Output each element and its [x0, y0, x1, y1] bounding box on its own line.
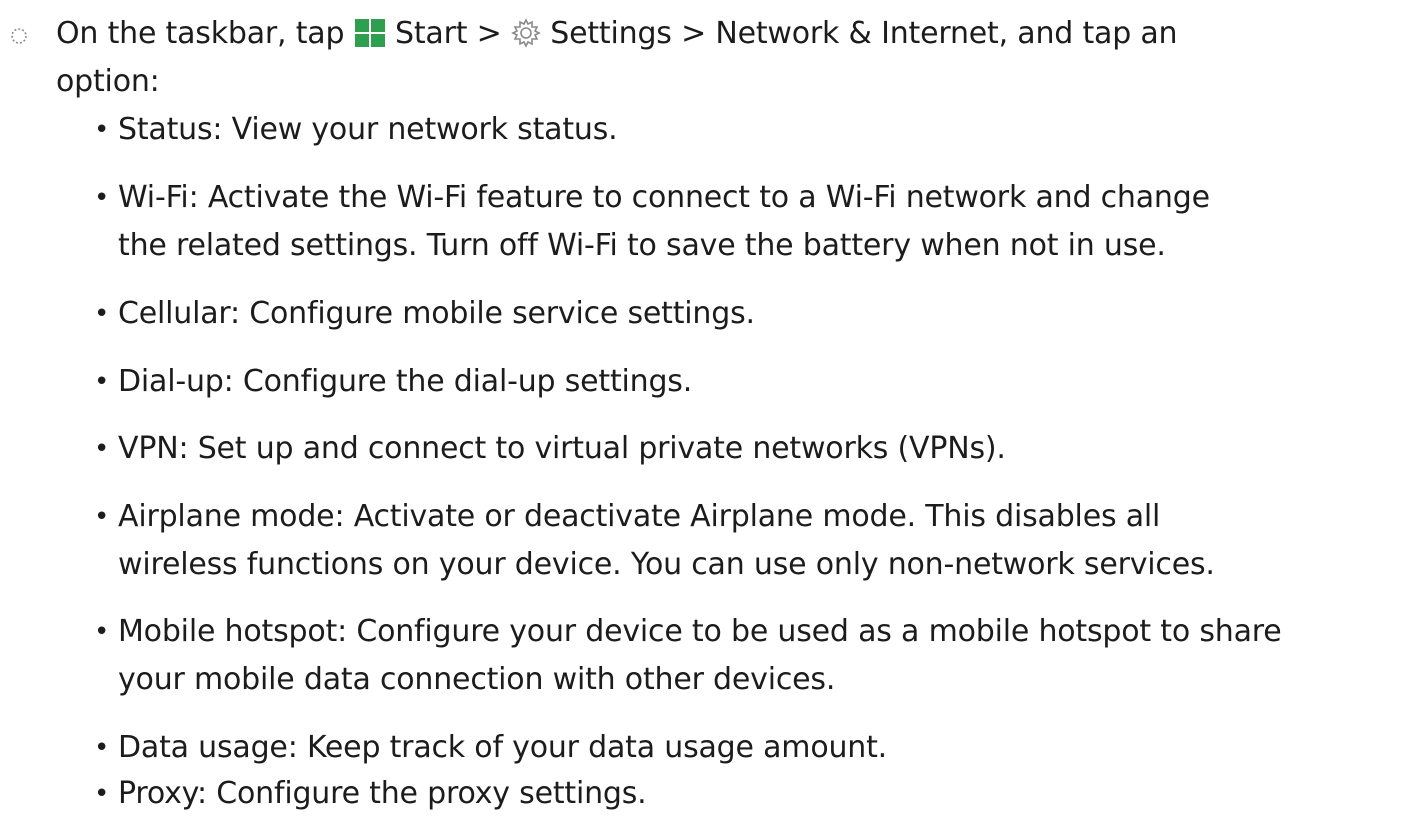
intro-prefix: On the taskbar, tap — [56, 16, 345, 51]
document-page: On the taskbar, tap Start > Settings > N… — [0, 0, 1428, 811]
list-item: • Status: View your network status. — [94, 106, 1418, 154]
start-label: Start — [395, 16, 468, 51]
list-item: • Mobile hotspot: Configure your device … — [94, 608, 1418, 704]
network-internet-label: Network & Internet — [715, 16, 999, 51]
breadcrumb-separator: > — [476, 16, 502, 51]
settings-label: Settings — [550, 16, 672, 51]
bullet: • — [94, 502, 110, 532]
windows-start-icon — [354, 19, 385, 47]
option-description-continued: the related settings. Turn off Wi-Fi to … — [118, 228, 1166, 263]
dotted-circle-icon — [11, 28, 27, 44]
breadcrumb-separator: > — [681, 16, 706, 51]
list-item: • Cellular: Configure mobile service set… — [94, 290, 1418, 338]
option-term: VPN — [118, 431, 179, 466]
gear-icon — [511, 18, 541, 48]
list-item: • VPN: Set up and connect to virtual pri… — [94, 425, 1418, 473]
bullet: • — [94, 299, 110, 329]
bullet: • — [94, 617, 110, 647]
list-item: • Wi-Fi: Activate the Wi-Fi feature to c… — [94, 174, 1418, 270]
option-term: Cellular — [118, 296, 231, 331]
option-description: : View your network status. — [212, 112, 618, 147]
option-description: : Configure your device to be used as a … — [337, 614, 1282, 649]
bullet: • — [94, 434, 110, 464]
option-description: : Activate or deactivate Airplane mode. … — [334, 499, 1161, 534]
option-description: : Set up and connect to virtual private … — [178, 431, 1006, 466]
bullet: • — [94, 733, 110, 763]
intro-suffix-continued: option: — [56, 64, 160, 99]
option-description: : Configure the proxy settings. — [197, 776, 647, 811]
option-description: : Keep track of your data usage amount. — [287, 730, 888, 765]
list-item: • Airplane mode: Activate or deactivate … — [94, 493, 1418, 589]
option-description: : Activate the Wi-Fi feature to connect … — [188, 180, 1210, 215]
option-term: Airplane mode — [118, 499, 335, 534]
list-item: • Data usage: Keep track of your data us… — [94, 724, 1418, 772]
option-term: Proxy — [118, 776, 197, 811]
option-term: Status — [118, 112, 213, 147]
bullet: • — [94, 183, 110, 213]
bullet: • — [94, 115, 110, 145]
option-term: Dial-up — [118, 364, 224, 399]
intro-suffix: , and tap an — [998, 16, 1178, 51]
option-term: Data usage — [118, 730, 288, 765]
list-item: • Dial-up: Configure the dial-up setting… — [94, 358, 1418, 406]
option-term: Mobile hotspot — [118, 614, 338, 649]
option-description-continued: wireless functions on your device. You c… — [118, 547, 1215, 582]
option-description-continued: your mobile data connection with other d… — [118, 662, 836, 697]
bullet: • — [94, 367, 110, 397]
option-description: : Configure the dial-up settings. — [223, 364, 693, 399]
instruction-text: On the taskbar, tap Start > Settings > N… — [56, 10, 1386, 106]
option-description: : Configure mobile service settings. — [230, 296, 755, 331]
option-term: Wi-Fi — [118, 180, 189, 215]
